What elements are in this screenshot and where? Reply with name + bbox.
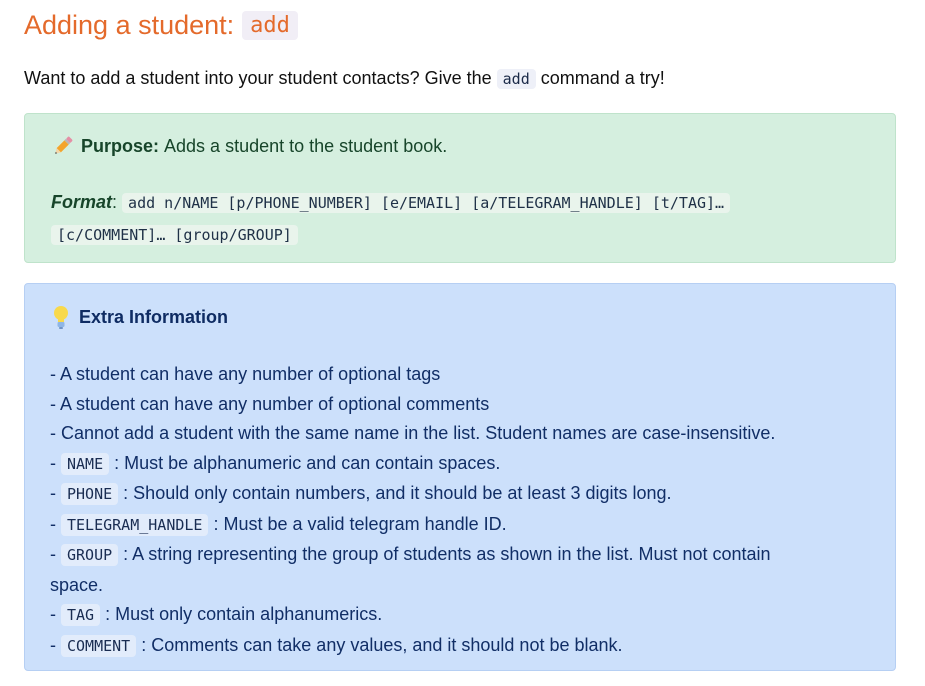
field-text: : Comments can take any values, and it s… bbox=[141, 634, 623, 655]
heading-text: Adding a student: bbox=[24, 10, 235, 40]
extra-info-title: Extra Information bbox=[51, 304, 228, 330]
field-code: TELEGRAM_HANDLE bbox=[61, 513, 209, 536]
intro-text-after: command a try! bbox=[540, 68, 665, 88]
purpose-line: Purpose: Adds a student to the student b… bbox=[51, 134, 447, 158]
field-rule-tag: - TAG : Must only contain alphanumerics. bbox=[50, 604, 383, 626]
field-code: COMMENT bbox=[61, 634, 137, 657]
list-item: - Cannot add a student with the same nam… bbox=[50, 423, 776, 443]
field-text: : Must be alphanumeric and can contain s… bbox=[114, 452, 501, 473]
field-code: PHONE bbox=[61, 483, 119, 505]
field-code: GROUP bbox=[61, 544, 119, 566]
field-rule-name: - NAME : Must be alphanumeric and can co… bbox=[50, 452, 501, 475]
format-colon: : bbox=[112, 192, 118, 212]
purpose-callout: Purpose: Adds a student to the student b… bbox=[24, 113, 896, 263]
lightbulb-icon bbox=[54, 306, 68, 329]
purpose-label: Purpose: bbox=[81, 135, 160, 156]
intro-paragraph: Want to add a student into your student … bbox=[24, 68, 665, 89]
section-heading: Adding a student: add bbox=[24, 10, 298, 41]
field-rule-phone: - PHONE : Should only contain numbers, a… bbox=[50, 483, 672, 505]
format-code-2: [c/COMMENT]… [group/GROUP] bbox=[51, 225, 298, 245]
field-rule-group-continuation: space. bbox=[50, 574, 104, 595]
field-text: : Must only contain alphanumerics. bbox=[105, 604, 383, 624]
list-item: - A student can have any number of optio… bbox=[50, 364, 441, 384]
field-rule-comment: - COMMENT : Comments can take any values… bbox=[50, 634, 623, 657]
format-line-continued: [c/COMMENT]… [group/GROUP] bbox=[51, 224, 298, 245]
field-text: : Should only contain numbers, and it sh… bbox=[123, 483, 672, 503]
purpose-text: Adds a student to the student book. bbox=[164, 135, 448, 156]
field-rule-group: - GROUP : A string representing the grou… bbox=[50, 544, 771, 566]
extra-info-list: - A student can have any number of optio… bbox=[50, 360, 880, 661]
pencil-icon bbox=[55, 136, 73, 154]
extra-info-title-text: Extra Information bbox=[79, 306, 229, 327]
field-code: NAME bbox=[61, 452, 110, 475]
field-text: : Must be a valid telegram handle ID. bbox=[213, 513, 507, 534]
field-code: TAG bbox=[61, 604, 101, 626]
field-rule-telegram: - TELEGRAM_HANDLE : Must be a valid tele… bbox=[50, 513, 507, 536]
intro-text-before: Want to add a student into your student … bbox=[24, 68, 492, 88]
extra-info-callout: Extra Information - A student can have a… bbox=[24, 283, 896, 671]
field-text: : A string representing the group of stu… bbox=[123, 544, 771, 564]
intro-command-code: add bbox=[496, 69, 536, 89]
format-code-1: add n/NAME [p/PHONE_NUMBER] [e/EMAIL] [a… bbox=[122, 193, 731, 213]
list-item: - A student can have any number of optio… bbox=[50, 393, 490, 414]
heading-command-code: add bbox=[242, 11, 298, 40]
format-label: Format bbox=[51, 192, 113, 212]
format-line: Format: add n/NAME [p/PHONE_NUMBER] [e/E… bbox=[51, 192, 731, 213]
page: Adding a student: add Want to add a stud… bbox=[0, 0, 914, 686]
